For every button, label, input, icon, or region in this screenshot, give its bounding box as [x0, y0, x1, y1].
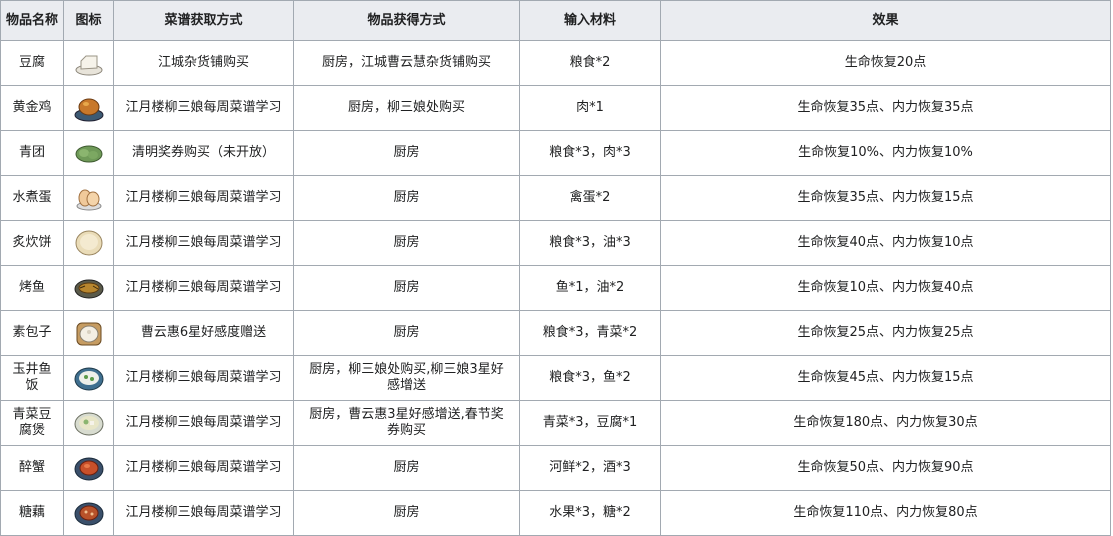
- item-icon-cell: [63, 40, 114, 86]
- input-materials: 水果*3，糖*2: [519, 490, 661, 536]
- input-materials: 粮食*2: [519, 40, 661, 86]
- obtain-method: 厨房: [293, 490, 520, 536]
- effect: 生命恢复40点、内力恢复10点: [660, 220, 1111, 266]
- header-recipe-source: 菜谱获取方式: [113, 0, 294, 41]
- header-item-name: 物品名称: [0, 0, 64, 41]
- table-row: 青菜豆腐煲 江月楼柳三娘每周菜谱学习 厨房，曹云惠3星好感增送,春节奖券购买 青菜*3…: [0, 400, 1111, 446]
- recipe-source: 曹云惠6星好感度赠送: [113, 310, 294, 356]
- table-row: 青团 清明奖券购买（未开放） 厨房 粮食*3，肉*3 生命恢复10%、内力恢复10%: [0, 130, 1111, 176]
- table-row: 玉井鱼饭 江月楼柳三娘每周菜谱学习 厨房，柳三娘处购买,柳三娘3星好感增送 粮食*3，…: [0, 355, 1111, 401]
- input-materials: 鱼*1，油*2: [519, 265, 661, 311]
- input-materials: 粮食*3，鱼*2: [519, 355, 661, 401]
- recipe-source: 江月楼柳三娘每周菜谱学习: [113, 85, 294, 131]
- green-dumpling-icon: [75, 145, 102, 163]
- input-materials: 肉*1: [519, 85, 661, 131]
- effect: 生命恢复25点、内力恢复25点: [660, 310, 1111, 356]
- input-materials: 粮食*3，青菜*2: [519, 310, 661, 356]
- header-obtain-method: 物品获得方式: [293, 0, 520, 41]
- golden-chicken-icon: [74, 98, 103, 122]
- effect: 生命恢复35点、内力恢复35点: [660, 85, 1111, 131]
- item-icon-cell: [63, 400, 114, 446]
- input-materials: 禽蛋*2: [519, 175, 661, 221]
- boiled-egg-icon: [76, 189, 101, 211]
- input-materials: 粮食*3，油*3: [519, 220, 661, 266]
- effect: 生命恢复20点: [660, 40, 1111, 86]
- effect: 生命恢复110点、内力恢复80点: [660, 490, 1111, 536]
- item-name: 豆腐: [0, 40, 64, 86]
- item-icon-cell: [63, 490, 114, 536]
- header-icon: 图标: [63, 0, 114, 41]
- item-name: 水煮蛋: [0, 175, 64, 221]
- obtain-method: 厨房，柳三娘处购买,柳三娘3星好感增送: [293, 355, 520, 401]
- item-icon-cell: [63, 85, 114, 131]
- effect: 生命恢复180点、内力恢复30点: [660, 400, 1111, 446]
- table-row: 炙炊饼 江月楼柳三娘每周菜谱学习 厨房 粮食*3，油*3 生命恢复40点、内力恢复10点: [0, 220, 1111, 266]
- table-row: 水煮蛋 江月楼柳三娘每周菜谱学习 厨房 禽蛋*2 生命恢复35点、内力恢复15点: [0, 175, 1111, 221]
- recipe-source: 江月楼柳三娘每周菜谱学习: [113, 355, 294, 401]
- steamed-bun-icon: [76, 322, 101, 346]
- effect: 生命恢复45点、内力恢复15点: [660, 355, 1111, 401]
- item-name: 糖藕: [0, 490, 64, 536]
- recipe-source: 江月楼柳三娘每周菜谱学习: [113, 175, 294, 221]
- recipe-source: 江月楼柳三娘每周菜谱学习: [113, 220, 294, 266]
- item-name: 黄金鸡: [0, 85, 64, 131]
- item-icon-cell: [63, 355, 114, 401]
- recipe-source: 江月楼柳三娘每周菜谱学习: [113, 445, 294, 491]
- obtain-method: 厨房，柳三娘处购买: [293, 85, 520, 131]
- header-input-materials: 输入材料: [519, 0, 661, 41]
- obtain-method: 厨房: [293, 220, 520, 266]
- effect: 生命恢复50点、内力恢复90点: [660, 445, 1111, 491]
- item-name: 醉蟹: [0, 445, 64, 491]
- obtain-method: 厨房，曹云惠3星好感增送,春节奖券购买: [293, 400, 520, 446]
- effect: 生命恢复10点、内力恢复40点: [660, 265, 1111, 311]
- table-row: 烤鱼 江月楼柳三娘每周菜谱学习 厨房 鱼*1，油*2 生命恢复10点、内力恢复40点: [0, 265, 1111, 311]
- table-row: 豆腐 江城杂货铺购买 厨房，江城曹云慧杂货铺购买 粮食*2 生命恢复20点: [0, 40, 1111, 86]
- item-icon-cell: [63, 265, 114, 311]
- header-effect: 效果: [660, 0, 1111, 41]
- tofu-stew-icon: [74, 412, 103, 436]
- obtain-method: 厨房: [293, 130, 520, 176]
- item-icon-cell: [63, 175, 114, 221]
- effect: 生命恢复35点、内力恢复15点: [660, 175, 1111, 221]
- recipe-source: 江月楼柳三娘每周菜谱学习: [113, 265, 294, 311]
- input-materials: 粮食*3，肉*3: [519, 130, 661, 176]
- obtain-method: 厨房: [293, 175, 520, 221]
- obtain-method: 厨房: [293, 310, 520, 356]
- table-row: 糖藕 江月楼柳三娘每周菜谱学习 厨房 水果*3，糖*2 生命恢复110点、内力恢复80点: [0, 490, 1111, 536]
- input-materials: 河鲜*2，酒*3: [519, 445, 661, 491]
- effect: 生命恢复10%、内力恢复10%: [660, 130, 1111, 176]
- item-icon-cell: [63, 310, 114, 356]
- item-name: 素包子: [0, 310, 64, 356]
- drunken-crab-icon: [74, 457, 103, 481]
- sugar-lotus-icon: [74, 502, 103, 526]
- tofu-icon: [75, 55, 102, 76]
- item-name: 玉井鱼饭: [0, 355, 64, 401]
- item-icon-cell: [63, 130, 114, 176]
- grilled-fish-icon: [74, 279, 103, 299]
- recipe-source: 江月楼柳三娘每周菜谱学习: [113, 400, 294, 446]
- table-row: 黄金鸡 江月楼柳三娘每周菜谱学习 厨房，柳三娘处购买 肉*1 生命恢复35点、内力恢复3…: [0, 85, 1111, 131]
- item-name: 青菜豆腐煲: [0, 400, 64, 446]
- recipe-source: 清明奖券购买（未开放）: [113, 130, 294, 176]
- obtain-method: 厨房，江城曹云慧杂货铺购买: [293, 40, 520, 86]
- obtain-method: 厨房: [293, 445, 520, 491]
- input-materials: 青菜*3，豆腐*1: [519, 400, 661, 446]
- table-header-row: 物品名称 图标 菜谱获取方式 物品获得方式 输入材料 效果: [0, 0, 1111, 41]
- fish-rice-icon: [74, 367, 103, 391]
- recipe-source: 江城杂货铺购买: [113, 40, 294, 86]
- item-icon-cell: [63, 445, 114, 491]
- recipe-source: 江月楼柳三娘每周菜谱学习: [113, 490, 294, 536]
- item-icon-cell: [63, 220, 114, 266]
- item-name: 青团: [0, 130, 64, 176]
- table-row: 素包子 曹云惠6星好感度赠送 厨房 粮食*3，青菜*2 生命恢复25点、内力恢复25点: [0, 310, 1111, 356]
- obtain-method: 厨房: [293, 265, 520, 311]
- item-name: 炙炊饼: [0, 220, 64, 266]
- recipe-table: 物品名称 图标 菜谱获取方式 物品获得方式 输入材料 效果 豆腐 江城杂货铺购买厨…: [0, 0, 1111, 536]
- table-row: 醉蟹 江月楼柳三娘每周菜谱学习 厨房 河鲜*2，酒*3 生命恢复50点、内力恢复90点: [0, 445, 1111, 491]
- flatbread-icon: [75, 230, 102, 256]
- item-name: 烤鱼: [0, 265, 64, 311]
